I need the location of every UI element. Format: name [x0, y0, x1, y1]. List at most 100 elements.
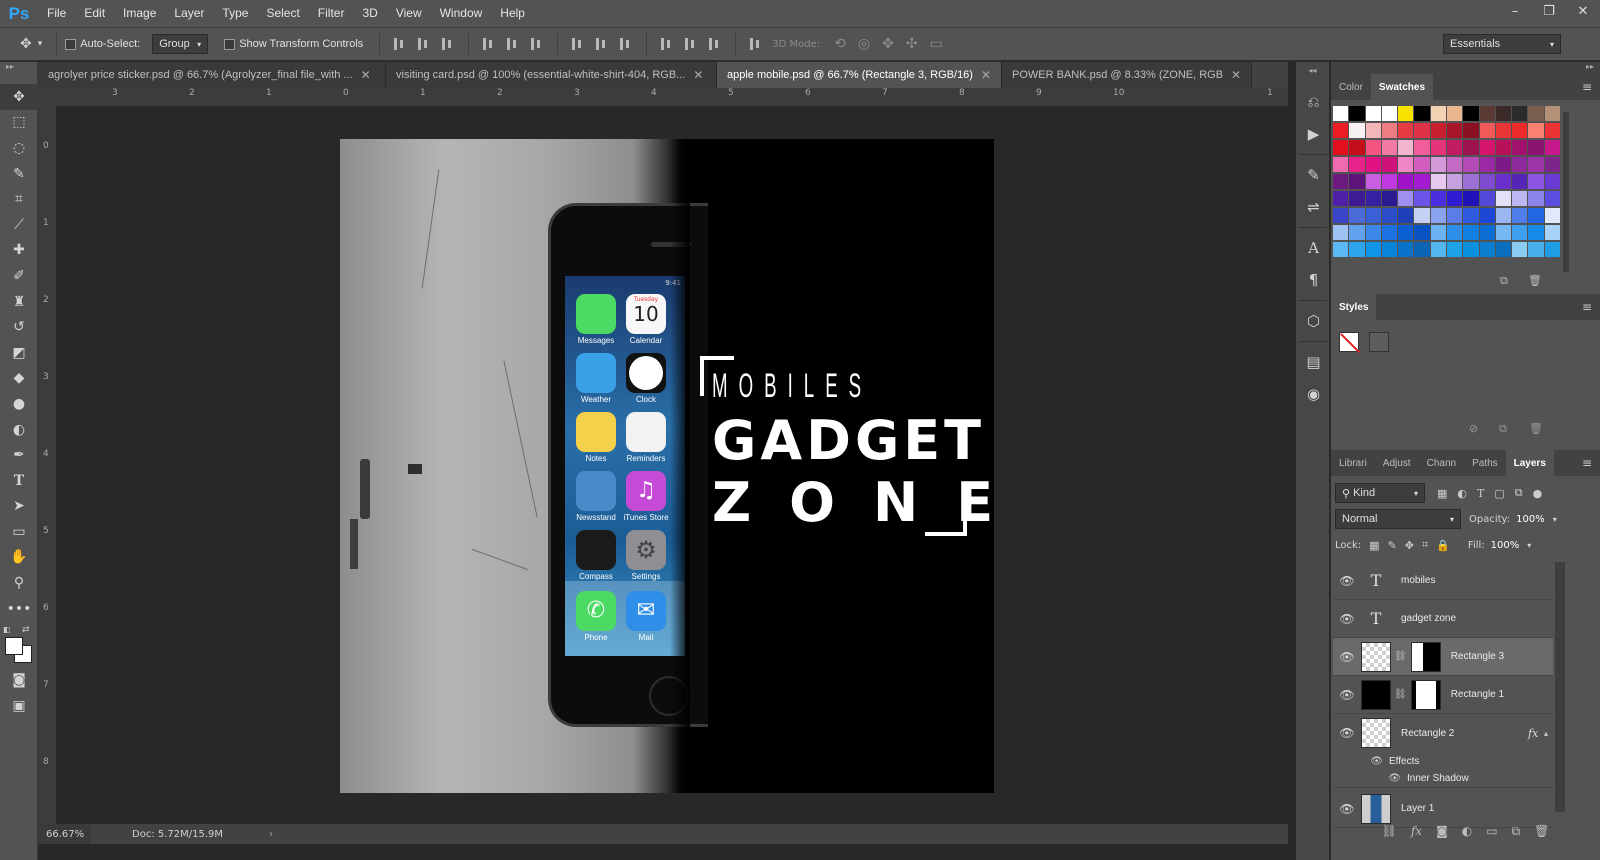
color-swatch[interactable] [1495, 123, 1512, 138]
adjustments-icon[interactable]: ⇌ [1296, 191, 1331, 223]
color-swatch[interactable] [1430, 123, 1446, 138]
3d-scale-icon[interactable]: ▭ [930, 36, 943, 52]
close-icon[interactable]: ✕ [981, 68, 991, 82]
add-style-icon[interactable]: fx [1411, 824, 1422, 838]
distribute-hcenter-icon[interactable] [682, 36, 700, 52]
lock-pixels-icon[interactable]: ✎ [1388, 539, 1397, 552]
align-bottom-icon[interactable] [439, 36, 457, 52]
actions-panel-icon[interactable]: ▶ [1296, 118, 1331, 150]
dodge-tool-icon[interactable]: ◐ [0, 417, 38, 443]
color-swatch[interactable] [1446, 157, 1463, 172]
color-swatch[interactable] [1544, 157, 1560, 172]
color-swatch[interactable] [1430, 140, 1446, 155]
collapse-arrows-icon[interactable]: ◂◂ [1296, 62, 1329, 86]
type-tool-icon[interactable]: T [0, 468, 38, 494]
align-vcenter-icon[interactable] [415, 36, 433, 52]
color-swatch[interactable] [1528, 191, 1544, 206]
filter-adjustment-icon[interactable]: ◐ [1457, 487, 1467, 500]
trash-icon[interactable]: 🗑 [1534, 824, 1549, 838]
move-tool-icon[interactable]: ✥ [20, 36, 32, 52]
tab-channels[interactable]: Chann [1419, 450, 1464, 476]
align-hcenter-icon[interactable] [504, 36, 522, 52]
visibility-eye-icon[interactable]: 👁 [1333, 612, 1361, 626]
color-swatch[interactable] [1414, 191, 1430, 206]
color-swatch[interactable] [1414, 174, 1430, 189]
tab-libraries[interactable]: Librari [1331, 450, 1375, 476]
color-swatch[interactable] [1333, 123, 1349, 138]
color-swatch[interactable] [1430, 208, 1446, 223]
color-swatch[interactable] [1333, 106, 1349, 121]
distribute-vcenter-icon[interactable] [593, 36, 611, 52]
color-swatch[interactable] [1333, 225, 1349, 240]
layer-thumbnail[interactable] [1361, 718, 1391, 748]
add-mask-icon[interactable]: ◙ [1436, 824, 1448, 838]
link-chain-icon[interactable]: ⛓ [1394, 689, 1407, 700]
new-style-icon[interactable]: ⧉ [1499, 422, 1507, 436]
color-swatch[interactable] [1528, 157, 1544, 172]
layer-name[interactable]: Layer 1 [1401, 803, 1434, 814]
move-tool-icon[interactable]: ✥ [0, 84, 38, 110]
menu-layer[interactable]: Layer [165, 0, 213, 27]
color-swatch[interactable] [1333, 157, 1349, 172]
hand-tool-icon[interactable]: ✋ [0, 545, 38, 571]
3d-roll-icon[interactable]: ◎ [858, 36, 870, 52]
color-swatch[interactable] [1381, 106, 1398, 121]
camera-icon[interactable]: ◉ [1296, 378, 1331, 410]
3d-slide-icon[interactable]: ✣ [906, 36, 918, 52]
color-swatch[interactable] [1446, 123, 1463, 138]
color-swatch[interactable] [1512, 123, 1528, 138]
properties-panel-icon[interactable]: ▤ [1296, 346, 1331, 378]
visibility-eye-icon[interactable]: 👁 [1333, 574, 1361, 588]
quick-select-tool-icon[interactable]: ✎ [0, 161, 38, 187]
distribute-top-icon[interactable] [569, 36, 587, 52]
color-swatch[interactable] [1414, 106, 1430, 121]
tab-visiting-card[interactable]: visiting card.psd @ 100% (essential-whit… [386, 62, 717, 88]
tab-power-bank[interactable]: POWER BANK.psd @ 8.33% (ZONE, RGB... ✕ [1002, 62, 1252, 88]
ruler-origin[interactable] [38, 88, 57, 107]
color-swatch[interactable] [1381, 123, 1398, 138]
quick-mask-icon[interactable]: ◙ [0, 667, 38, 693]
close-icon[interactable]: ✕ [361, 68, 371, 82]
color-swatch[interactable] [1544, 106, 1560, 121]
color-swatch[interactable] [1463, 225, 1479, 240]
color-swatch[interactable] [1365, 174, 1381, 189]
trash-icon[interactable]: 🗑 [1528, 274, 1542, 287]
tool-preset-chevron-icon[interactable]: ▾ [38, 39, 43, 49]
show-transform-checkbox[interactable] [224, 38, 236, 50]
menu-help[interactable]: Help [491, 0, 534, 27]
color-swatch[interactable] [1430, 191, 1446, 206]
color-swatch[interactable] [1333, 140, 1349, 155]
paragraph-panel-icon[interactable]: ¶ [1296, 264, 1331, 296]
color-swatch[interactable] [1398, 174, 1414, 189]
color-swatch[interactable] [1528, 174, 1544, 189]
color-swatch[interactable] [1528, 140, 1544, 155]
color-swatch[interactable] [1544, 123, 1560, 138]
character-panel-icon[interactable]: A [1296, 232, 1331, 264]
color-swatch[interactable] [1414, 225, 1430, 240]
color-swatch[interactable] [1349, 106, 1365, 121]
layer-name[interactable]: Rectangle 3 [1451, 651, 1504, 662]
color-swatch[interactable] [1512, 225, 1528, 240]
history-panel-icon[interactable]: ⎌ [1296, 86, 1331, 118]
visibility-eye-icon[interactable]: 👁 [1333, 756, 1389, 767]
color-swatch[interactable] [1398, 208, 1414, 223]
color-swatch[interactable] [1495, 157, 1512, 172]
tab-swatches[interactable]: Swatches [1370, 74, 1434, 100]
color-swatch[interactable] [1365, 191, 1381, 206]
layer-mask-thumbnail[interactable] [1410, 679, 1441, 710]
color-swatch[interactable] [1463, 208, 1479, 223]
color-swatch[interactable] [1495, 106, 1512, 121]
tab-styles[interactable]: Styles [1331, 294, 1377, 320]
brush-tool-icon[interactable]: ✐ [0, 263, 38, 289]
status-menu-chevron-icon[interactable]: › [269, 829, 273, 840]
color-swatch[interactable] [1414, 208, 1430, 223]
layer-thumbnail[interactable] [1361, 679, 1391, 710]
color-swatch[interactable] [1479, 157, 1495, 172]
new-layer-icon[interactable]: ⧉ [1512, 824, 1521, 839]
color-swatch[interactable] [1528, 208, 1544, 223]
color-swatch[interactable] [1512, 208, 1528, 223]
panel-menu-icon[interactable]: ≡ [1582, 300, 1592, 314]
opacity-value[interactable]: 100% [1516, 514, 1545, 525]
menu-3d[interactable]: 3D [353, 0, 386, 27]
filter-shape-icon[interactable]: ▢ [1494, 487, 1504, 500]
